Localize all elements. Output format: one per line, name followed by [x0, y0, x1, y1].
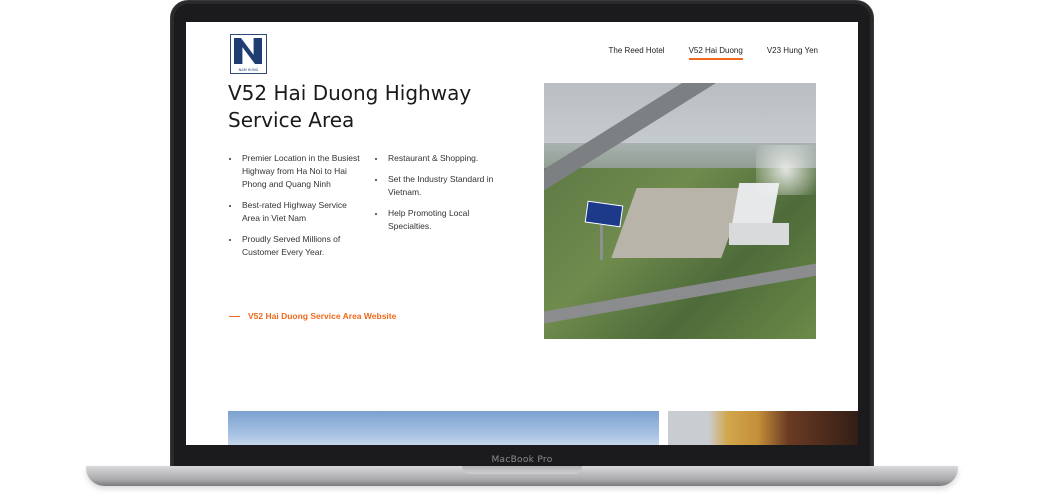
gallery-image-interior [668, 411, 858, 445]
nav-item-v52-hai-duong[interactable]: V52 Hai Duong [688, 46, 743, 60]
laptop-mockup: NAM HUNG The Reed Hotel V52 Hai Duong V2… [0, 0, 1044, 500]
logo-mark-icon [234, 38, 262, 64]
site-logo[interactable]: NAM HUNG [230, 34, 267, 74]
photo-building-roof [729, 223, 789, 245]
photo-haze [756, 145, 816, 195]
photo-billboard-pole [600, 225, 603, 260]
service-area-photo [544, 83, 816, 339]
logo-text: NAM HUNG [238, 68, 259, 72]
link-dash-icon [229, 315, 240, 317]
main-nav: The Reed Hotel V52 Hai Duong V23 Hung Ye… [609, 46, 818, 60]
feature-list-left: Premier Location in the Busiest Highway … [229, 152, 361, 267]
website-link[interactable]: V52 Hai Duong Service Area Website [229, 311, 396, 321]
nav-item-v23-hung-yen[interactable]: V23 Hung Yen [767, 46, 818, 60]
feature-item: Set the Industry Standard in Vietnam. [375, 173, 495, 199]
nav-item-the-reed-hotel[interactable]: The Reed Hotel [609, 46, 665, 60]
laptop-notch [462, 466, 582, 474]
website-link-label: V52 Hai Duong Service Area Website [248, 311, 397, 321]
feature-list-right: Restaurant & Shopping. Set the Industry … [375, 152, 495, 241]
feature-item: Proudly Served Millions of Customer Ever… [229, 233, 361, 259]
gallery-image-sky [228, 411, 659, 445]
feature-item: Best-rated Highway Service Area in Viet … [229, 199, 361, 225]
feature-item: Restaurant & Shopping. [375, 152, 495, 165]
website-screen: NAM HUNG The Reed Hotel V52 Hai Duong V2… [186, 22, 858, 445]
feature-item: Help Promoting Local Specialties. [375, 207, 495, 233]
page-title: V52 Hai Duong Highway Service Area [228, 81, 472, 132]
feature-item: Premier Location in the Busiest Highway … [229, 152, 361, 191]
